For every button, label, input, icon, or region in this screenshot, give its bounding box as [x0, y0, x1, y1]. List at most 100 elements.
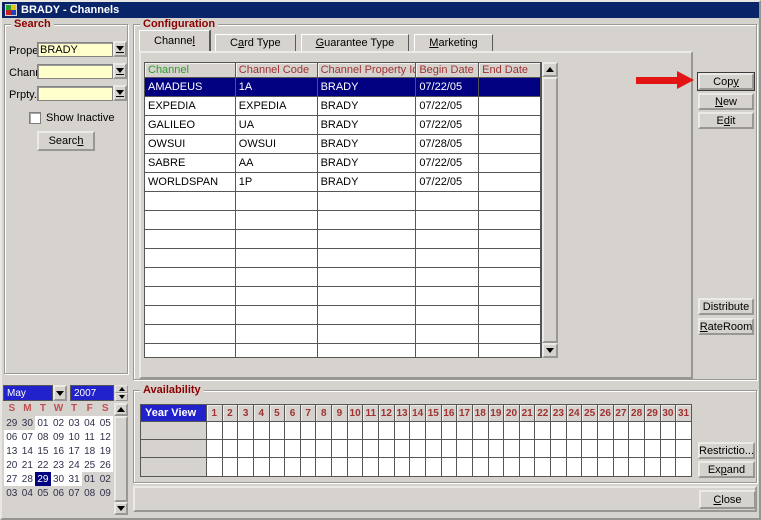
calendar-day-cell[interactable]: 20 — [4, 458, 20, 472]
calendar-day-cell[interactable]: 06 — [4, 430, 20, 444]
year-field[interactable]: 2007 — [70, 385, 114, 401]
search-button[interactable]: Search — [37, 131, 95, 151]
calendar-day-cell[interactable]: 05 — [97, 416, 113, 430]
calendar-day-cell[interactable]: 07 — [20, 430, 36, 444]
new-button[interactable]: New — [698, 93, 754, 110]
show-inactive-checkbox[interactable] — [29, 112, 41, 124]
copy-button[interactable]: Copy — [698, 73, 754, 90]
empty-table-row[interactable] — [145, 268, 541, 287]
calendar-day-cell[interactable]: 25 — [82, 458, 98, 472]
table-row[interactable]: GALILEOUABRADY07/22/05 — [145, 116, 541, 135]
expand-button[interactable]: Expand — [698, 461, 755, 478]
calendar-day-cell[interactable]: 24 — [66, 458, 82, 472]
tab-card-type[interactable]: Card Type — [215, 34, 296, 51]
calendar-day-cell[interactable]: 16 — [51, 444, 67, 458]
calendar-day-cell[interactable]: 04 — [82, 416, 98, 430]
calendar-day-cell[interactable]: 17 — [66, 444, 82, 458]
calendar-scrollbar[interactable] — [114, 403, 128, 515]
calendar-day-cell[interactable]: 31 — [66, 472, 82, 486]
day-of-week-label: S — [97, 403, 113, 414]
calendar-day-cell[interactable]: 14 — [20, 444, 36, 458]
empty-table-row[interactable] — [145, 306, 541, 325]
scroll-up-button[interactable] — [542, 62, 558, 77]
calendar-day-cell[interactable]: 08 — [35, 430, 51, 444]
calendar-day-cell[interactable]: 28 — [20, 472, 36, 486]
empty-table-row[interactable] — [145, 287, 541, 306]
calendar-day-cell[interactable]: 09 — [51, 430, 67, 444]
channel-input[interactable] — [37, 64, 113, 79]
channel-lov-button[interactable] — [113, 63, 127, 79]
availability-cell — [301, 422, 317, 439]
tab-marketing[interactable]: Marketing — [414, 34, 492, 51]
year-up-button[interactable] — [115, 385, 128, 393]
empty-cell — [236, 306, 318, 324]
calendar-day-cell[interactable]: 15 — [35, 444, 51, 458]
calendar-day-cell[interactable]: 30 — [51, 472, 67, 486]
availability-cell — [426, 458, 442, 476]
calendar-day-cell[interactable]: 22 — [35, 458, 51, 472]
calendar-day-cell[interactable]: 21 — [20, 458, 36, 472]
calendar-day-cell[interactable]: 11 — [82, 430, 98, 444]
calendar-day-cell[interactable]: 06 — [51, 486, 67, 500]
calendar-scrollbar-thumb[interactable] — [114, 416, 128, 502]
table-cell: OWSUI — [145, 135, 236, 153]
empty-table-row[interactable] — [145, 325, 541, 344]
year-view-header[interactable]: Year View — [141, 405, 207, 421]
restrictions-button[interactable]: Restrictio... — [698, 442, 755, 459]
year-spinner — [115, 385, 128, 402]
availability-cell — [473, 458, 489, 476]
scroll-down-button[interactable] — [542, 343, 558, 358]
table-row[interactable]: WORLDSPAN1PBRADY07/22/05 — [145, 173, 541, 192]
scrollbar-thumb[interactable] — [542, 77, 558, 343]
table-row[interactable]: AMADEUS1ABRADY07/22/05 — [145, 78, 541, 97]
calendar-day-cell[interactable]: 27 — [4, 472, 20, 486]
calendar-day-cell[interactable]: 26 — [97, 458, 113, 472]
calendar-scroll-down-button[interactable] — [114, 502, 128, 515]
calendar-day-cell[interactable]: 12 — [97, 430, 113, 444]
calendar-day-cell[interactable]: 03 — [66, 416, 82, 430]
calendar-day-cell[interactable]: 02 — [51, 416, 67, 430]
edit-button[interactable]: Edit — [698, 112, 754, 129]
prpty-id-input[interactable] — [37, 86, 113, 101]
property-input[interactable] — [37, 42, 113, 57]
empty-cell — [479, 230, 541, 248]
calendar-day-cell[interactable]: 18 — [82, 444, 98, 458]
year-down-button[interactable] — [115, 393, 128, 401]
empty-table-row[interactable] — [145, 249, 541, 268]
calendar-day-cell[interactable]: 29 — [4, 416, 20, 430]
close-button[interactable]: Close — [699, 490, 756, 509]
table-row[interactable]: OWSUIOWSUIBRADY07/28/05 — [145, 135, 541, 154]
calendar-day-selected[interactable]: 29 — [35, 472, 51, 486]
empty-table-row[interactable] — [145, 192, 541, 211]
calendar-day-cell[interactable]: 10 — [66, 430, 82, 444]
table-row[interactable]: EXPEDIAEXPEDIABRADY07/22/05 — [145, 97, 541, 116]
month-select[interactable]: May — [3, 385, 53, 401]
calendar-day-cell[interactable]: 01 — [82, 472, 98, 486]
calendar-scroll-up-button[interactable] — [114, 403, 128, 416]
tab-channel[interactable]: Channel — [139, 30, 210, 51]
property-lov-button[interactable] — [113, 41, 127, 57]
calendar-day-cell[interactable]: 13 — [4, 444, 20, 458]
table-scrollbar[interactable] — [542, 62, 558, 358]
calendar-day-cell[interactable]: 07 — [66, 486, 82, 500]
calendar-day-cell[interactable]: 30 — [20, 416, 36, 430]
calendar-day-cell[interactable]: 09 — [97, 486, 113, 500]
calendar-day-cell[interactable]: 02 — [97, 472, 113, 486]
tab-guarantee-type[interactable]: Guarantee Type — [301, 34, 410, 51]
calendar-day-cell[interactable]: 03 — [4, 486, 20, 500]
empty-table-row[interactable] — [145, 211, 541, 230]
prpty-id-lov-button[interactable] — [113, 85, 127, 101]
empty-table-row[interactable] — [145, 230, 541, 249]
calendar-day-cell[interactable]: 19 — [97, 444, 113, 458]
table-row[interactable]: SABREAABRADY07/22/05 — [145, 154, 541, 173]
calendar-day-cell[interactable]: 05 — [35, 486, 51, 500]
table-cell — [479, 116, 541, 134]
calendar-day-cell[interactable]: 08 — [82, 486, 98, 500]
calendar-day-cell[interactable]: 04 — [20, 486, 36, 500]
calendar-day-cell[interactable]: 01 — [35, 416, 51, 430]
calendar-day-cell[interactable]: 23 — [51, 458, 67, 472]
month-dropdown-button[interactable] — [53, 385, 67, 401]
rateroom-button[interactable]: RateRoom — [698, 318, 754, 335]
empty-table-row[interactable] — [145, 344, 541, 358]
distribute-button[interactable]: Distribute — [698, 298, 754, 315]
